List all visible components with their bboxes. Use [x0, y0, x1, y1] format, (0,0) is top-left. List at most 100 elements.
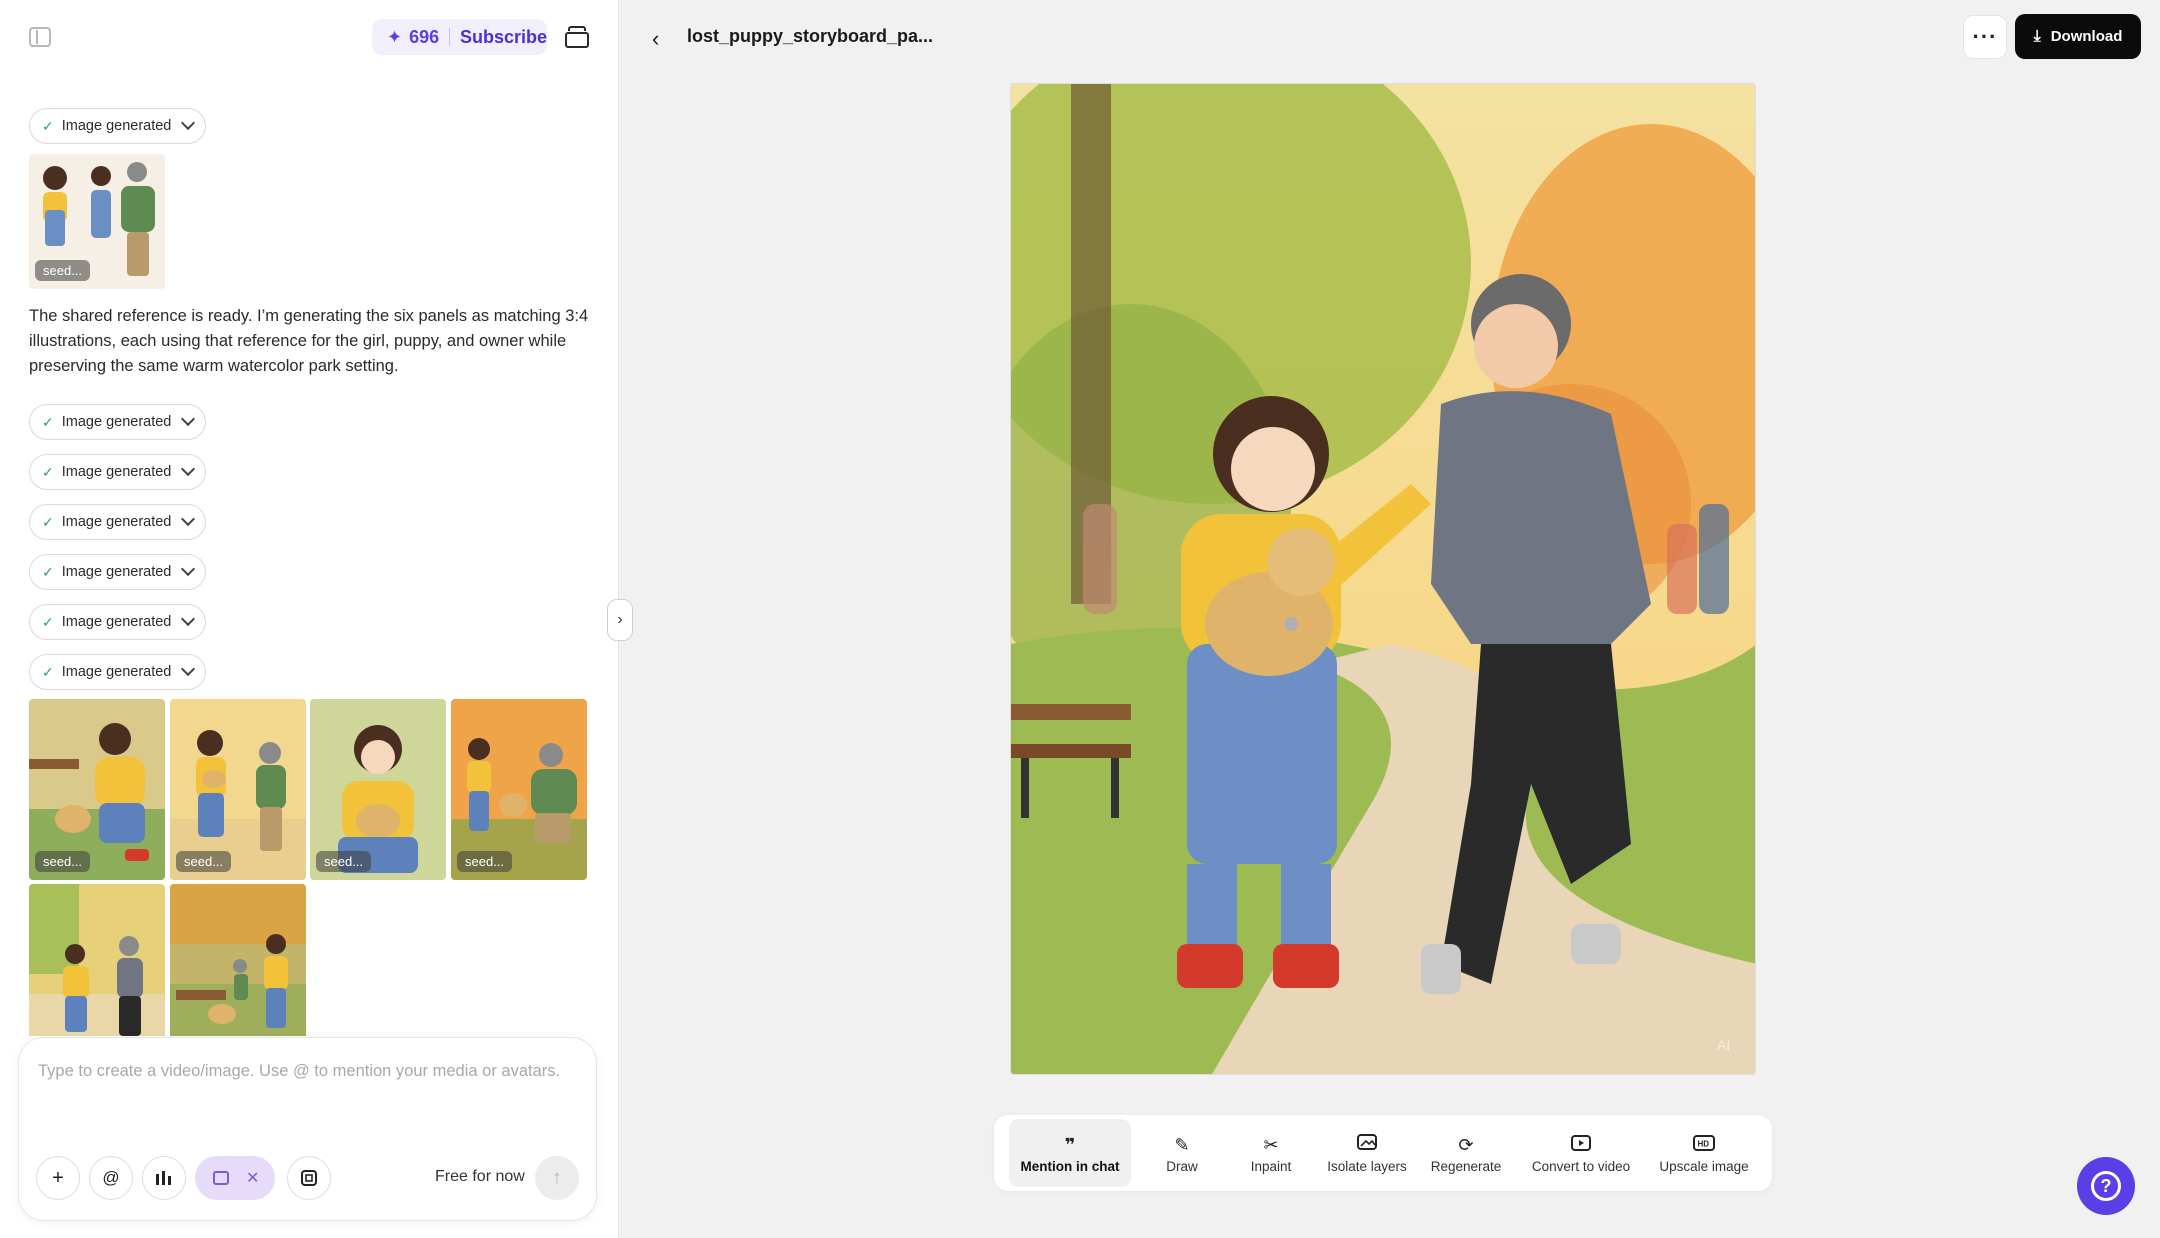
divider: [449, 28, 450, 46]
tool-label: Upscale image: [1659, 1158, 1749, 1174]
seed-label: seed...: [457, 851, 513, 872]
brush-icon: ✎: [1174, 1134, 1190, 1155]
bar-chart-icon: [156, 1171, 171, 1185]
check-icon: ✓: [42, 663, 54, 680]
panel-thumbnail[interactable]: seed...: [310, 699, 446, 880]
chevron-right-icon: ›: [617, 611, 623, 628]
mention-in-chat-button[interactable]: ❞ Mention in chat: [1009, 1119, 1131, 1187]
chat-header: ✦ 696 Subscribe: [0, 0, 619, 76]
collapse-panel-button[interactable]: ›: [607, 599, 633, 641]
image-generated-chip[interactable]: ✓ Image generated: [29, 604, 206, 640]
image-generated-chip[interactable]: ✓ Image generated: [29, 404, 206, 440]
audio-options-button[interactable]: [142, 1156, 186, 1200]
image-icon: [213, 1171, 229, 1185]
seed-label: seed...: [35, 851, 91, 872]
seed-label: seed...: [316, 851, 372, 872]
isolate-layers-button[interactable]: Isolate layers: [1317, 1119, 1417, 1187]
scissors-icon: ✂: [1263, 1134, 1279, 1155]
draw-button[interactable]: ✎ Draw: [1139, 1119, 1225, 1187]
assistant-message: The shared reference is ready. I’m gener…: [29, 307, 589, 375]
upscale-image-button[interactable]: HD Upscale image: [1646, 1119, 1762, 1187]
chip-label: Image generated: [61, 564, 172, 580]
download-icon: ⤓: [2033, 27, 2041, 45]
image-generated-chip[interactable]: ✓ Image generated: [29, 108, 206, 144]
check-icon: ✓: [42, 563, 54, 580]
panel-thumbnail[interactable]: seed...: [170, 699, 306, 880]
at-icon: @: [102, 1168, 120, 1187]
question-icon: ?: [2091, 1171, 2121, 1201]
chip-label: Image generated: [61, 614, 172, 630]
generated-image-preview[interactable]: AI: [1010, 83, 1756, 1075]
chevron-down-icon: [181, 614, 193, 626]
credit-count: 696: [409, 26, 440, 47]
price-label: Free for now: [435, 1168, 525, 1185]
image-generated-chip[interactable]: ✓ Image generated: [29, 504, 206, 540]
check-icon: ✓: [42, 613, 54, 630]
chevron-down-icon: [181, 464, 193, 476]
chip-label: Image generated: [61, 414, 172, 430]
quote-icon: ❞: [1064, 1134, 1076, 1155]
reference-sheet-thumbnail[interactable]: seed...: [29, 154, 165, 289]
chevron-left-icon: ‹: [652, 26, 660, 51]
chip-label: Image generated: [61, 514, 172, 530]
play-icon: [1571, 1133, 1591, 1157]
add-attachment-button[interactable]: +: [36, 1156, 80, 1200]
aspect-ratio-icon: [301, 1170, 317, 1186]
panel-thumbnail[interactable]: [29, 884, 165, 1036]
check-icon: ✓: [42, 513, 54, 530]
more-dots-icon: ···: [1972, 24, 1998, 49]
hd-icon: HD: [1693, 1133, 1715, 1157]
chat-panel: ✦ 696 Subscribe ✓ Image generated seed..…: [0, 0, 619, 1238]
inpaint-button[interactable]: ✂ Inpaint: [1228, 1119, 1314, 1187]
history-stack-icon[interactable]: [565, 26, 589, 48]
image-mode-toggle[interactable]: ✕: [195, 1156, 275, 1200]
chevron-down-icon: [181, 564, 193, 576]
seed-label: seed...: [176, 851, 232, 872]
seed-label: seed...: [35, 260, 91, 281]
download-label: Download: [2050, 28, 2123, 45]
subscribe-button[interactable]: Subscribe: [460, 27, 547, 48]
arrow-up-icon: ↑: [552, 1166, 562, 1189]
image-generated-chip[interactable]: ✓ Image generated: [29, 454, 206, 490]
tool-label: Inpaint: [1250, 1158, 1292, 1174]
image-tools-toolbar: ❞ Mention in chat ✎ Draw ✂ Inpaint Isola…: [994, 1115, 1772, 1191]
sidebar-toggle-icon[interactable]: [29, 27, 51, 47]
download-button[interactable]: ⤓ Download: [2015, 14, 2141, 59]
aspect-ratio-button[interactable]: [287, 1156, 331, 1200]
chevron-down-icon: [181, 514, 193, 526]
mention-button[interactable]: @: [89, 1156, 133, 1200]
sparkle-icon: ✦: [387, 26, 403, 47]
back-button[interactable]: ‹: [652, 26, 659, 52]
image-generated-chip[interactable]: ✓ Image generated: [29, 554, 206, 590]
panel-thumbnail[interactable]: seed...: [29, 699, 165, 880]
convert-to-video-button[interactable]: Convert to video: [1519, 1119, 1643, 1187]
check-icon: ✓: [42, 413, 54, 430]
check-icon: ✓: [42, 463, 54, 480]
plus-icon: +: [52, 1166, 64, 1189]
panel-thumbnail[interactable]: seed...: [451, 699, 587, 880]
more-options-button[interactable]: ···: [1963, 15, 2007, 59]
check-icon: ✓: [42, 117, 54, 134]
refresh-icon: ⟳: [1458, 1134, 1474, 1155]
tool-label: Mention in chat: [1020, 1158, 1120, 1174]
chip-label: Image generated: [61, 664, 172, 680]
image-generated-chip[interactable]: ✓ Image generated: [29, 654, 206, 690]
chip-label: Image generated: [61, 118, 172, 134]
send-button[interactable]: ↑: [535, 1156, 579, 1200]
layers-icon: [1356, 1133, 1378, 1157]
credits-pill[interactable]: ✦ 696 Subscribe: [372, 19, 547, 55]
chevron-down-icon: [181, 414, 193, 426]
help-button[interactable]: ?: [2077, 1157, 2135, 1215]
tool-label: Draw: [1166, 1158, 1198, 1174]
chevron-down-icon: [181, 118, 193, 130]
file-title: lost_puppy_storyboard_pa...: [687, 26, 934, 46]
panel-thumbnail[interactable]: [170, 884, 306, 1036]
prompt-composer[interactable]: Type to create a video/image. Use @ to m…: [18, 1037, 597, 1221]
regenerate-button[interactable]: ⟳ Regenerate: [1418, 1119, 1514, 1187]
prompt-input[interactable]: Type to create a video/image. Use @ to m…: [38, 1062, 560, 1081]
close-icon[interactable]: ✕: [246, 1168, 259, 1188]
svg-text:HD: HD: [1698, 1139, 1710, 1148]
tool-label: Regenerate: [1430, 1158, 1502, 1174]
tool-label: Isolate layers: [1327, 1158, 1407, 1174]
watermark-label: AI: [1717, 1037, 1730, 1053]
